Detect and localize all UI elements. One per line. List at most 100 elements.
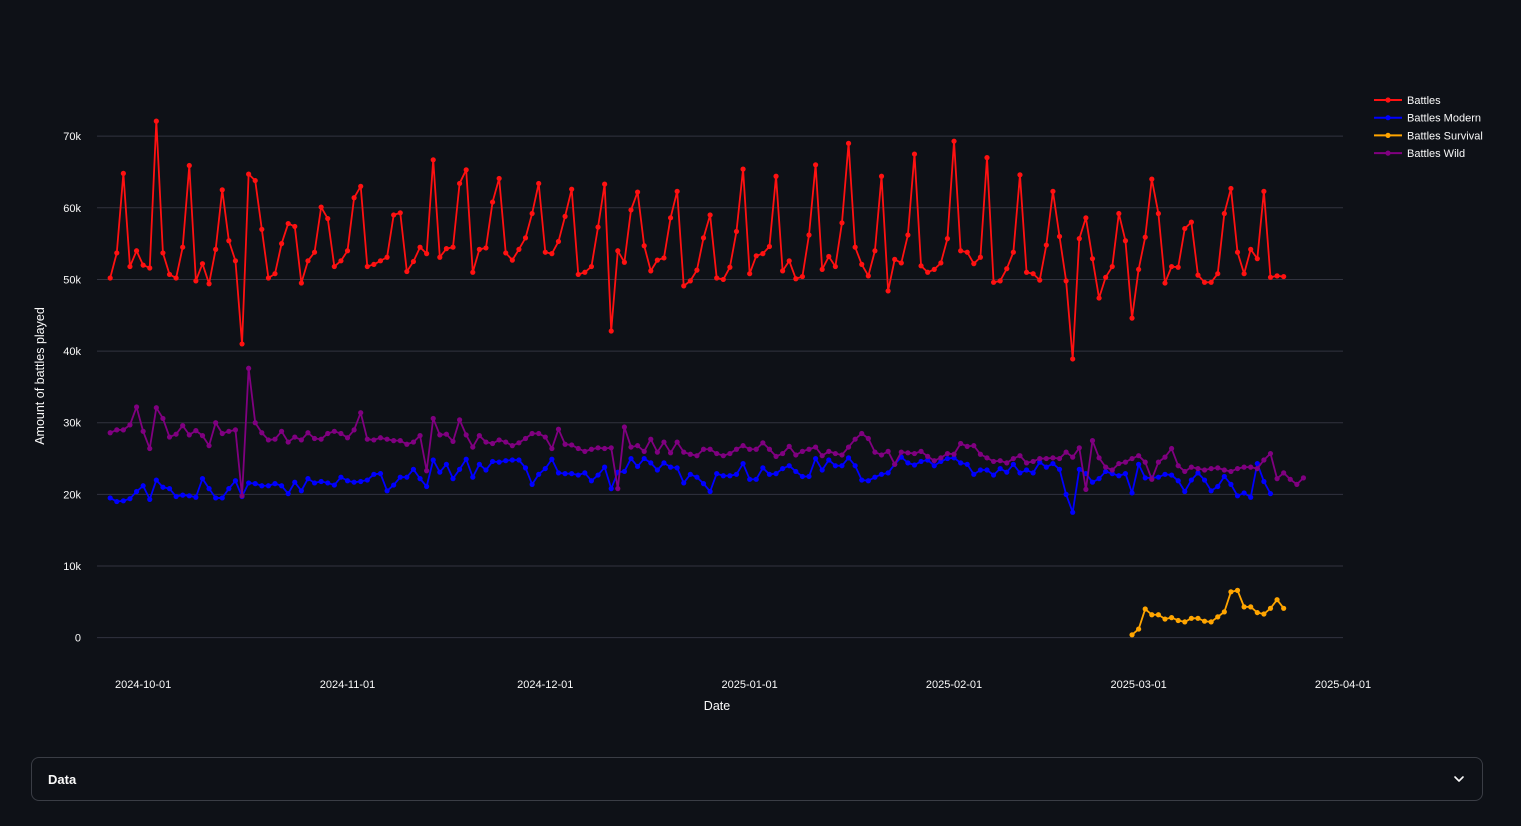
data-point[interactable] bbox=[311, 249, 318, 255]
data-point[interactable] bbox=[180, 423, 186, 429]
data-point[interactable] bbox=[832, 463, 838, 469]
data-point[interactable] bbox=[450, 476, 456, 482]
data-point[interactable] bbox=[463, 432, 469, 438]
data-point[interactable] bbox=[793, 468, 799, 475]
data-point[interactable] bbox=[595, 224, 601, 230]
data-point[interactable] bbox=[450, 244, 456, 250]
data-point[interactable] bbox=[298, 437, 304, 443]
data-point[interactable] bbox=[377, 435, 384, 441]
data-point[interactable] bbox=[1149, 176, 1155, 182]
data-point[interactable] bbox=[542, 465, 548, 472]
data-point[interactable] bbox=[905, 460, 911, 466]
data-point[interactable] bbox=[1050, 188, 1056, 194]
data-point[interactable] bbox=[707, 488, 713, 495]
data-point[interactable] bbox=[1050, 455, 1056, 461]
data-point[interactable] bbox=[648, 436, 654, 442]
data-point[interactable] bbox=[608, 486, 614, 492]
data-point[interactable] bbox=[1149, 476, 1155, 482]
data-point[interactable] bbox=[839, 452, 845, 458]
data-point[interactable] bbox=[417, 433, 423, 439]
data-point[interactable] bbox=[298, 280, 304, 286]
data-point[interactable] bbox=[931, 458, 937, 464]
data-point[interactable] bbox=[1063, 278, 1069, 284]
data-point[interactable] bbox=[1136, 453, 1142, 459]
data-point[interactable] bbox=[971, 443, 977, 449]
data-point[interactable] bbox=[925, 269, 931, 275]
data-point[interactable] bbox=[1261, 188, 1267, 194]
data-point[interactable] bbox=[180, 492, 186, 498]
data-point[interactable] bbox=[1122, 471, 1129, 477]
data-point[interactable] bbox=[272, 436, 278, 442]
data-point[interactable] bbox=[476, 246, 482, 252]
data-point[interactable] bbox=[173, 275, 179, 281]
data-point[interactable] bbox=[417, 244, 423, 250]
data-point[interactable] bbox=[555, 470, 562, 476]
data-point[interactable] bbox=[437, 469, 443, 475]
data-point[interactable] bbox=[562, 471, 568, 477]
data-point[interactable] bbox=[971, 261, 977, 267]
data-point[interactable] bbox=[140, 428, 146, 434]
data-point[interactable] bbox=[694, 453, 700, 459]
data-point[interactable] bbox=[522, 465, 529, 471]
data-point[interactable] bbox=[140, 262, 146, 268]
data-point[interactable] bbox=[971, 471, 977, 477]
data-point[interactable] bbox=[351, 195, 357, 201]
data-point[interactable] bbox=[562, 213, 568, 219]
data-point[interactable] bbox=[1188, 477, 1194, 483]
data-point[interactable] bbox=[193, 428, 199, 434]
data-point[interactable] bbox=[707, 212, 713, 218]
data-point[interactable] bbox=[160, 415, 166, 422]
data-point[interactable] bbox=[424, 251, 430, 257]
data-point[interactable] bbox=[628, 455, 634, 462]
data-point[interactable] bbox=[819, 467, 825, 473]
data-point[interactable] bbox=[1063, 491, 1069, 497]
data-point[interactable] bbox=[667, 450, 674, 456]
data-point[interactable] bbox=[166, 271, 173, 278]
data-point[interactable] bbox=[1136, 626, 1142, 632]
data-point[interactable] bbox=[780, 465, 786, 472]
data-point[interactable] bbox=[470, 269, 476, 275]
data-point[interactable] bbox=[239, 493, 245, 499]
data-point[interactable] bbox=[786, 463, 792, 469]
data-point[interactable] bbox=[331, 263, 337, 270]
data-point[interactable] bbox=[509, 443, 515, 449]
data-point[interactable] bbox=[773, 173, 779, 179]
data-point[interactable] bbox=[483, 439, 489, 445]
data-point[interactable] bbox=[1109, 467, 1115, 473]
data-point[interactable] bbox=[285, 439, 291, 445]
data-point[interactable] bbox=[1070, 454, 1076, 460]
data-point[interactable] bbox=[681, 480, 687, 486]
data-point[interactable] bbox=[160, 484, 166, 490]
data-point[interactable] bbox=[404, 441, 410, 447]
data-point[interactable] bbox=[232, 427, 239, 433]
data-point[interactable] bbox=[344, 478, 351, 484]
data-point[interactable] bbox=[938, 260, 944, 266]
data-point[interactable] bbox=[114, 250, 120, 256]
data-point[interactable] bbox=[918, 263, 924, 269]
data-point[interactable] bbox=[1037, 277, 1043, 283]
data-point[interactable] bbox=[199, 261, 206, 267]
data-point[interactable] bbox=[430, 457, 436, 463]
data-point[interactable] bbox=[753, 446, 759, 452]
data-point[interactable] bbox=[1234, 249, 1241, 255]
data-point[interactable] bbox=[799, 448, 806, 454]
data-point[interactable] bbox=[397, 438, 403, 444]
data-point[interactable] bbox=[147, 496, 153, 502]
data-point[interactable] bbox=[1089, 438, 1096, 444]
data-point[interactable] bbox=[1017, 453, 1023, 459]
data-point[interactable] bbox=[977, 467, 984, 473]
data-point[interactable] bbox=[733, 446, 740, 452]
data-point[interactable] bbox=[371, 437, 377, 443]
data-point[interactable] bbox=[898, 449, 904, 455]
data-point[interactable] bbox=[1208, 465, 1214, 472]
data-point[interactable] bbox=[536, 180, 542, 187]
data-point[interactable] bbox=[1103, 274, 1109, 280]
data-point[interactable] bbox=[990, 472, 997, 478]
data-point[interactable] bbox=[905, 450, 911, 456]
data-point[interactable] bbox=[1241, 604, 1247, 610]
data-point[interactable] bbox=[648, 268, 654, 274]
data-point[interactable] bbox=[1129, 632, 1135, 638]
data-point[interactable] bbox=[667, 464, 674, 470]
data-point[interactable] bbox=[1175, 264, 1181, 270]
data-point[interactable] bbox=[700, 481, 707, 487]
